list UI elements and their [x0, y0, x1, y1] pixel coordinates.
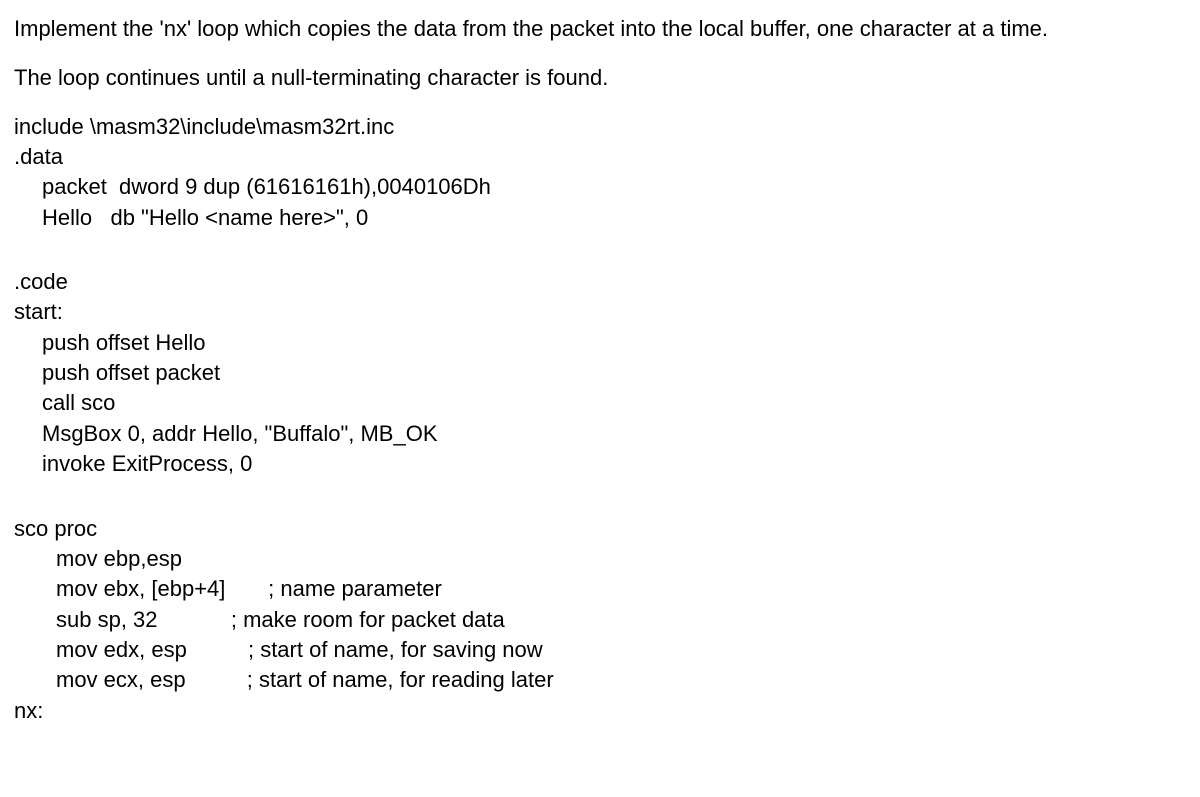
code-mov-ebp: mov ebp,esp [14, 544, 1186, 574]
instruction-line-1: Implement the 'nx' loop which copies the… [14, 14, 1186, 45]
code-exit: invoke ExitProcess, 0 [14, 449, 1186, 479]
code-call-sco: call sco [14, 388, 1186, 418]
code-data-label: .data [14, 142, 1186, 172]
instruction-line-2: The loop continues until a null-terminat… [14, 63, 1186, 94]
code-mov-ecx: mov ecx, esp ; start of name, for readin… [14, 665, 1186, 695]
code-sco-proc: sco proc [14, 514, 1186, 544]
code-push-hello: push offset Hello [14, 328, 1186, 358]
code-hello: Hello db "Hello <name here>", 0 [14, 203, 1186, 233]
code-include: include \masm32\include\masm32rt.inc [14, 112, 1186, 142]
code-sub-sp: sub sp, 32 ; make room for packet data [14, 605, 1186, 635]
code-msgbox: MsgBox 0, addr Hello, "Buffalo", MB_OK [14, 419, 1186, 449]
code-mov-edx: mov edx, esp ; start of name, for saving… [14, 635, 1186, 665]
code-nx-label: nx: [14, 696, 1186, 726]
code-mov-ebx: mov ebx, [ebp+4] ; name parameter [14, 574, 1186, 604]
code-start-label: start: [14, 297, 1186, 327]
code-code-label: .code [14, 267, 1186, 297]
code-packet: packet dword 9 dup (61616161h),0040106Dh [14, 172, 1186, 202]
code-push-packet: push offset packet [14, 358, 1186, 388]
